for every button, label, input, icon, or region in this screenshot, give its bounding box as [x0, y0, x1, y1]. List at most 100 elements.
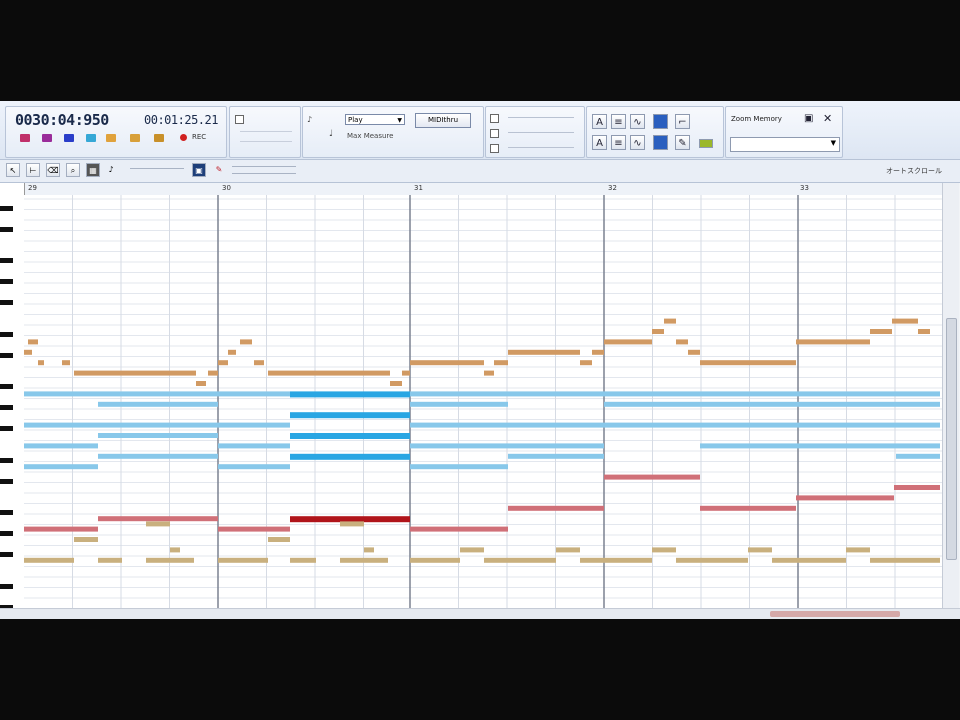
note-block[interactable] — [364, 547, 374, 553]
note-block[interactable] — [484, 370, 494, 376]
next-button[interactable] — [130, 134, 140, 142]
note-block[interactable] — [664, 318, 676, 324]
grid-tool-icon[interactable]: ▦ — [86, 163, 100, 177]
note-block[interactable] — [580, 557, 652, 563]
note-block[interactable] — [700, 360, 796, 366]
note-block[interactable] — [268, 537, 290, 542]
note-block[interactable] — [410, 360, 484, 366]
black-key[interactable] — [0, 531, 13, 536]
note-block[interactable] — [74, 537, 98, 542]
note-block[interactable] — [700, 505, 796, 511]
note-block[interactable] — [846, 547, 870, 553]
record-button[interactable] — [180, 134, 187, 141]
stop-button[interactable] — [64, 134, 74, 142]
note-block[interactable] — [38, 360, 44, 366]
note-block[interactable] — [28, 339, 38, 345]
prev-button[interactable] — [42, 134, 52, 142]
black-key[interactable] — [0, 384, 13, 389]
note-block[interactable] — [240, 339, 252, 345]
fast-forward-button[interactable] — [154, 134, 164, 142]
black-key[interactable] — [0, 457, 13, 463]
note-block[interactable] — [652, 547, 676, 553]
note-block[interactable] — [218, 526, 290, 532]
note-block[interactable] — [218, 422, 290, 428]
note-block[interactable] — [340, 521, 364, 527]
note-block[interactable] — [484, 557, 556, 563]
note-block[interactable] — [894, 485, 940, 490]
note-block[interactable] — [340, 557, 388, 563]
note-block[interactable] — [98, 401, 218, 407]
vertical-scroll-thumb[interactable] — [946, 318, 957, 560]
note-block[interactable] — [24, 443, 98, 449]
note-block[interactable] — [508, 453, 604, 459]
black-key[interactable] — [0, 510, 13, 515]
graph-tool-icon[interactable]: ⌐ — [675, 114, 690, 129]
note-block[interactable] — [580, 360, 592, 366]
lyric-tool-icon[interactable]: A — [592, 135, 607, 150]
pencil-icon[interactable]: ✎ — [212, 163, 226, 177]
note-block[interactable] — [290, 391, 410, 398]
play-button[interactable] — [86, 134, 96, 142]
vertical-scrollbar[interactable] — [942, 183, 959, 608]
note-block[interactable] — [390, 381, 402, 386]
note-block[interactable] — [700, 443, 940, 449]
save-icon[interactable]: ▣ — [804, 113, 813, 124]
black-key[interactable] — [0, 552, 13, 557]
note-block[interactable] — [290, 557, 316, 563]
horizontal-scroll-thumb[interactable] — [770, 611, 900, 617]
note-block[interactable] — [98, 453, 218, 459]
note-block[interactable] — [98, 433, 218, 438]
note-block[interactable] — [254, 360, 264, 366]
note-block[interactable] — [410, 422, 940, 428]
note-block[interactable] — [228, 349, 236, 355]
note-block[interactable] — [772, 557, 846, 563]
note-block[interactable] — [98, 516, 218, 522]
close-icon[interactable]: ✕ — [823, 112, 832, 125]
note-block[interactable] — [268, 370, 390, 376]
black-key[interactable] — [0, 279, 13, 284]
note-block[interactable] — [796, 339, 870, 345]
split-tool-icon[interactable]: ⊢ — [26, 163, 40, 177]
note-block[interactable] — [146, 557, 194, 563]
note-block[interactable] — [24, 349, 32, 355]
black-key[interactable] — [0, 583, 13, 589]
erase-tool-icon[interactable]: ⌫ — [46, 163, 60, 177]
note-block[interactable] — [24, 391, 98, 397]
note-block[interactable] — [604, 474, 700, 480]
note-block[interactable] — [98, 391, 218, 397]
note-block[interactable] — [290, 453, 410, 460]
note-block[interactable] — [218, 464, 290, 470]
note-block[interactable] — [146, 521, 170, 527]
loop-checkbox[interactable] — [235, 115, 244, 124]
view-mode-icon[interactable]: ▣ — [192, 163, 206, 177]
note-block[interactable] — [410, 401, 508, 407]
note-block[interactable] — [556, 547, 580, 553]
black-key[interactable] — [0, 258, 13, 263]
note-block[interactable] — [290, 433, 410, 439]
text-tool-icon[interactable]: A — [592, 114, 607, 129]
black-key[interactable] — [0, 300, 13, 305]
note-grid-canvas[interactable] — [24, 195, 942, 608]
black-key[interactable] — [0, 426, 13, 431]
note-block[interactable] — [218, 443, 290, 449]
note-block[interactable] — [870, 329, 892, 334]
note-block[interactable] — [604, 401, 940, 407]
note-block[interactable] — [688, 349, 700, 355]
note-block[interactable] — [870, 557, 940, 563]
curve-tool-icon[interactable]: ∿ — [630, 114, 645, 129]
color-tool-icon[interactable] — [699, 139, 713, 148]
note-block[interactable] — [494, 360, 508, 366]
black-key[interactable] — [0, 226, 13, 232]
note-block[interactable] — [24, 464, 98, 470]
black-key[interactable] — [0, 331, 13, 337]
note-block[interactable] — [62, 360, 70, 366]
marker-checkbox-3[interactable] — [490, 144, 499, 153]
piano-keyboard[interactable] — [0, 183, 25, 608]
midi-thru-button[interactable]: MIDIthru — [415, 113, 471, 128]
black-key[interactable] — [0, 478, 13, 484]
note-block[interactable] — [796, 495, 894, 501]
note-block[interactable] — [896, 453, 940, 459]
note-block[interactable] — [24, 557, 74, 563]
note-block[interactable] — [208, 370, 218, 376]
note-block[interactable] — [508, 505, 604, 511]
